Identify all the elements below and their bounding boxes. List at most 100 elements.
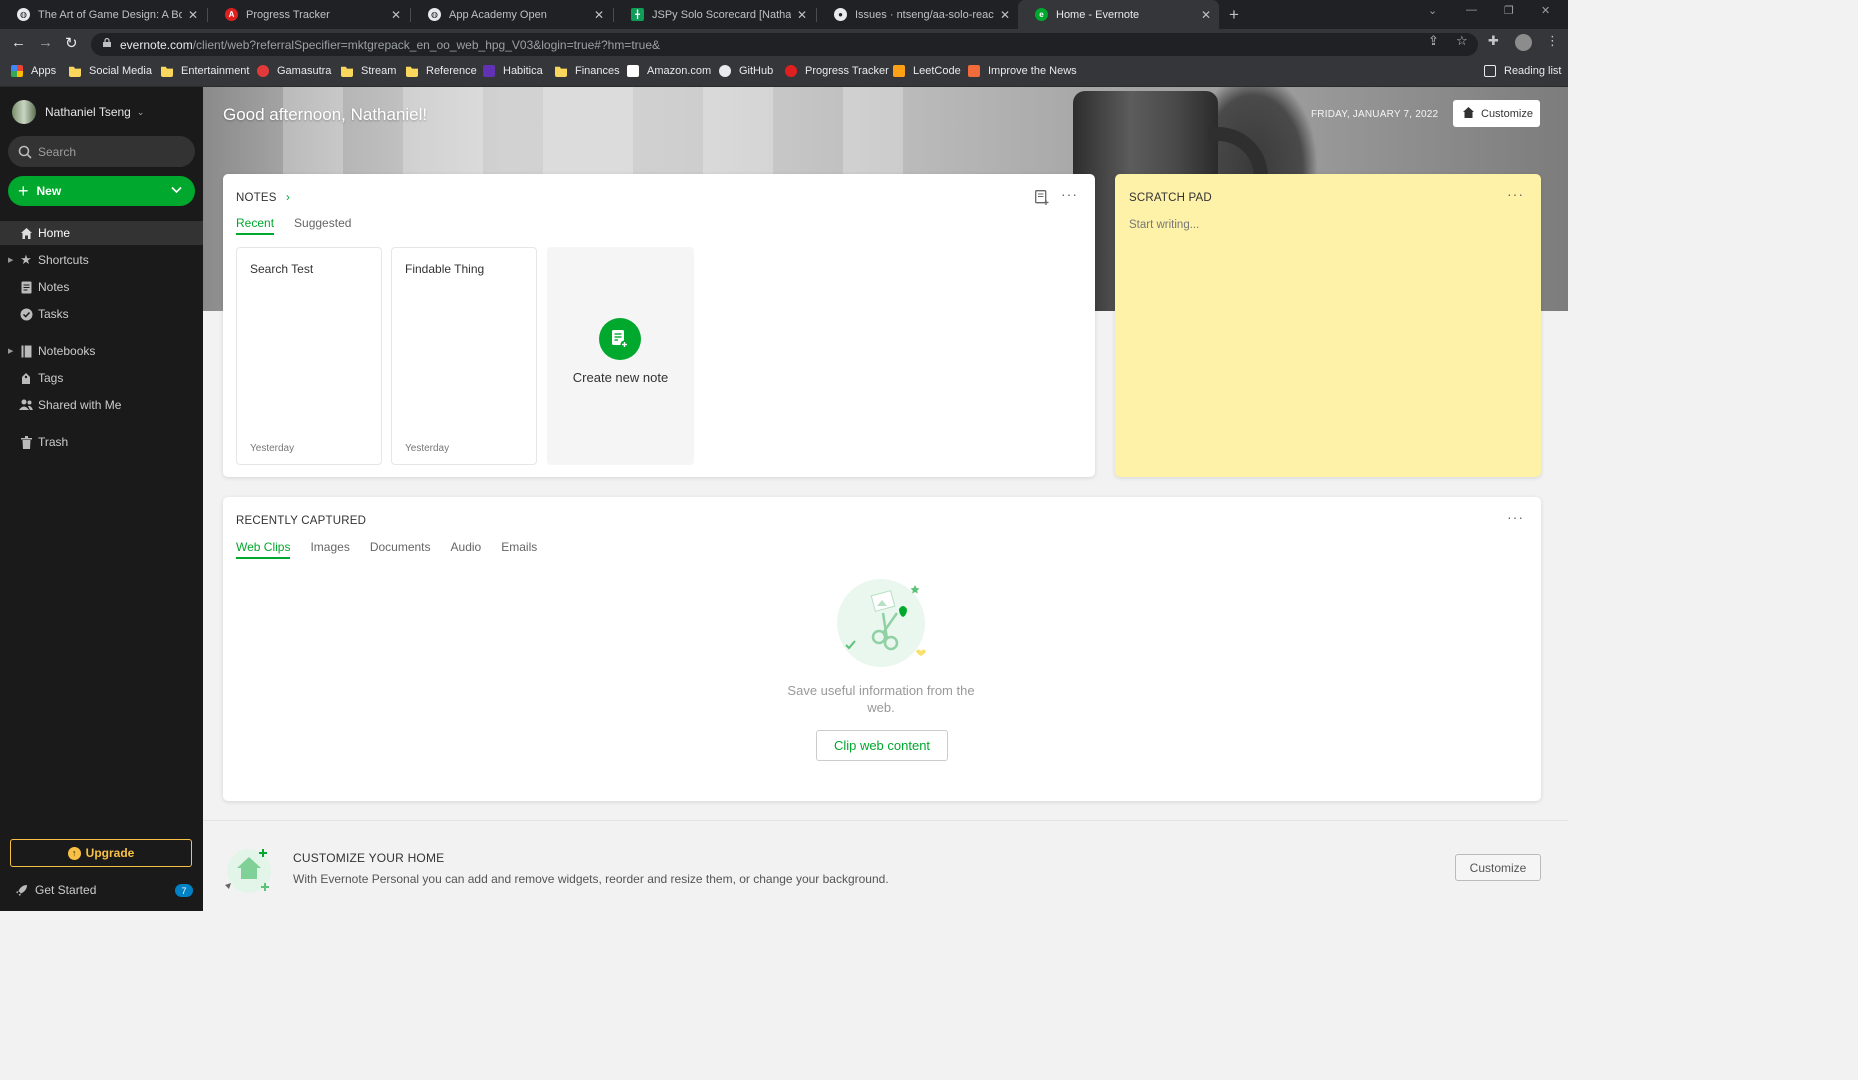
recently-captured-widget: RECENTLY CAPTURED ··· Web Clips Images D… bbox=[223, 497, 1541, 801]
bookmark-entertainment[interactable]: Entertainment bbox=[161, 65, 249, 77]
bookmark-label: Reference bbox=[426, 65, 477, 77]
sidebar-item-tags[interactable]: Tags bbox=[0, 366, 203, 390]
tab-web-clips[interactable]: Web Clips bbox=[236, 540, 291, 559]
people-icon bbox=[19, 398, 33, 412]
browser-tab[interactable]: ● Issues · ntseng/aa-solo-react-pro ✕ bbox=[817, 0, 1018, 29]
more-options-icon[interactable]: ··· bbox=[1507, 509, 1524, 525]
tab-search-icon[interactable]: ⌄ bbox=[1428, 4, 1437, 17]
customize-home-banner: CUSTOMIZE YOUR HOME With Evernote Person… bbox=[203, 820, 1568, 911]
tag-icon bbox=[19, 371, 33, 385]
bookmark-label: Amazon.com bbox=[647, 65, 712, 77]
close-tab-icon[interactable]: ✕ bbox=[188, 8, 198, 22]
tab-emails[interactable]: Emails bbox=[501, 540, 537, 559]
browser-tab[interactable]: A Progress Tracker ✕ bbox=[208, 0, 409, 29]
chevron-down-icon[interactable] bbox=[171, 184, 182, 195]
customize-banner-title: CUSTOMIZE YOUR HOME bbox=[293, 851, 445, 865]
star-icon: ★ bbox=[20, 252, 32, 267]
sidebar-item-trash[interactable]: Trash bbox=[0, 430, 203, 454]
bookmark-leetcode[interactable]: LeetCode bbox=[893, 65, 961, 77]
sidebar-item-notebooks[interactable]: ▶ Notebooks bbox=[0, 339, 203, 363]
new-tab-icon[interactable]: + bbox=[1229, 5, 1239, 25]
tab-audio[interactable]: Audio bbox=[451, 540, 482, 559]
tab-images[interactable]: Images bbox=[310, 540, 349, 559]
url-bar[interactable]: evernote.com/client/web?referralSpecifie… bbox=[91, 33, 1478, 56]
reload-icon[interactable]: ↻ bbox=[65, 34, 78, 52]
bookmark-amazon[interactable]: Amazon.com bbox=[627, 65, 711, 77]
sidebar-item-label: Shared with Me bbox=[38, 398, 122, 412]
customize-button[interactable]: Customize bbox=[1453, 100, 1540, 127]
bookmark-finances[interactable]: Finances bbox=[555, 65, 620, 77]
tab-recent[interactable]: Recent bbox=[236, 216, 275, 235]
customize-banner-button[interactable]: Customize bbox=[1455, 854, 1541, 881]
scratch-pad-input[interactable]: Start writing... bbox=[1129, 219, 1199, 231]
tab-suggested[interactable]: Suggested bbox=[294, 216, 351, 235]
close-tab-icon[interactable]: ✕ bbox=[391, 8, 401, 22]
bookmark-label: Habitica bbox=[503, 65, 543, 77]
browser-tab[interactable]: ◍ The Art of Game Design: A Book ✕ bbox=[0, 0, 206, 29]
bookmark-habitica[interactable]: Habitica bbox=[483, 65, 543, 77]
bookmarks-bar: Apps Social Media Entertainment Gamasutr… bbox=[0, 59, 1568, 87]
bookmark-apps[interactable]: Apps bbox=[11, 65, 56, 77]
profile-avatar[interactable] bbox=[1515, 34, 1532, 51]
bookmark-gamasutra[interactable]: Gamasutra bbox=[257, 65, 331, 77]
notes-widget-title[interactable]: NOTES › bbox=[236, 192, 290, 204]
reading-list-button[interactable]: Reading list bbox=[1484, 65, 1561, 77]
forward-icon[interactable]: → bbox=[38, 34, 53, 51]
close-tab-icon[interactable]: ✕ bbox=[797, 8, 807, 22]
create-new-note-card[interactable]: Create new note bbox=[547, 247, 694, 465]
extensions-icon[interactable]: ✚ bbox=[1488, 33, 1499, 49]
browser-tab[interactable]: ◍ App Academy Open ✕ bbox=[411, 0, 612, 29]
upgrade-button[interactable]: ↑ Upgrade bbox=[10, 839, 192, 867]
expand-caret-icon[interactable]: ▶ bbox=[8, 256, 13, 264]
minimize-icon[interactable]: — bbox=[1466, 4, 1477, 16]
restore-icon[interactable]: ❐ bbox=[1504, 4, 1514, 17]
folder-icon bbox=[69, 66, 81, 77]
customize-label: Customize bbox=[1481, 107, 1533, 120]
get-started-button[interactable]: Get Started bbox=[15, 883, 96, 897]
expand-caret-icon[interactable]: ▶ bbox=[8, 347, 13, 355]
new-note-icon[interactable] bbox=[1035, 190, 1049, 205]
customize-home-illustration bbox=[225, 849, 271, 893]
github-icon: ● bbox=[834, 8, 847, 21]
upgrade-label: Upgrade bbox=[85, 846, 135, 860]
avatar bbox=[12, 100, 36, 124]
close-tab-icon[interactable]: ✕ bbox=[594, 8, 604, 22]
search-input[interactable]: Search bbox=[8, 136, 195, 167]
note-card[interactable]: Findable Thing Yesterday bbox=[391, 247, 537, 465]
tab-title: JSPy Solo Scorecard [Nathaniel T bbox=[652, 8, 791, 21]
check-circle-icon bbox=[19, 307, 33, 321]
account-menu[interactable]: Nathaniel Tseng ⌄ bbox=[12, 100, 144, 124]
close-tab-icon[interactable]: ✕ bbox=[1201, 8, 1211, 22]
back-icon[interactable]: ← bbox=[11, 34, 26, 51]
bookmark-reference[interactable]: Reference bbox=[406, 65, 477, 77]
bookmark-star-icon[interactable]: ☆ bbox=[1456, 33, 1468, 49]
tab-documents[interactable]: Documents bbox=[370, 540, 431, 559]
sidebar-item-shortcuts[interactable]: ▶ ★ Shortcuts bbox=[0, 248, 203, 272]
clip-web-content-button[interactable]: Clip web content bbox=[816, 730, 948, 761]
more-options-icon[interactable]: ··· bbox=[1061, 186, 1078, 202]
sheets-icon: ╋ bbox=[631, 8, 644, 21]
sidebar-item-home[interactable]: Home bbox=[0, 221, 203, 245]
bookmark-github[interactable]: GitHub bbox=[719, 65, 773, 77]
browser-tab-active[interactable]: e Home - Evernote ✕ bbox=[1018, 0, 1219, 29]
new-note-button[interactable]: + New bbox=[8, 176, 195, 206]
sidebar-item-label: Notebooks bbox=[38, 344, 96, 358]
user-name: Nathaniel Tseng bbox=[45, 105, 131, 119]
bookmark-social-media[interactable]: Social Media bbox=[69, 65, 152, 77]
tab-title: Home - Evernote bbox=[1056, 8, 1140, 21]
chrome-menu-icon[interactable]: ⋮ bbox=[1546, 33, 1559, 49]
sidebar-item-shared-with-me[interactable]: Shared with Me bbox=[0, 393, 203, 417]
browser-tab[interactable]: ╋ JSPy Solo Scorecard [Nathaniel T ✕ bbox=[614, 0, 815, 29]
more-options-icon[interactable]: ··· bbox=[1507, 186, 1524, 202]
bookmark-improve-the-news[interactable]: Improve the News bbox=[968, 65, 1077, 77]
note-card[interactable]: Search Test Yesterday bbox=[236, 247, 382, 465]
bookmark-progress-tracker[interactable]: Progress Tracker bbox=[785, 65, 889, 77]
sidebar: Nathaniel Tseng ⌄ Search + New Home ▶ ★ … bbox=[0, 87, 203, 911]
home-main: Good afternoon, Nathaniel! FRIDAY, JANUA… bbox=[203, 87, 1568, 911]
close-tab-icon[interactable]: ✕ bbox=[1000, 8, 1010, 22]
close-window-icon[interactable]: ✕ bbox=[1541, 4, 1550, 17]
share-icon[interactable]: ⇪ bbox=[1428, 33, 1439, 49]
bookmark-stream[interactable]: Stream bbox=[341, 65, 396, 77]
sidebar-item-tasks[interactable]: Tasks bbox=[0, 302, 203, 326]
sidebar-item-notes[interactable]: Notes bbox=[0, 275, 203, 299]
